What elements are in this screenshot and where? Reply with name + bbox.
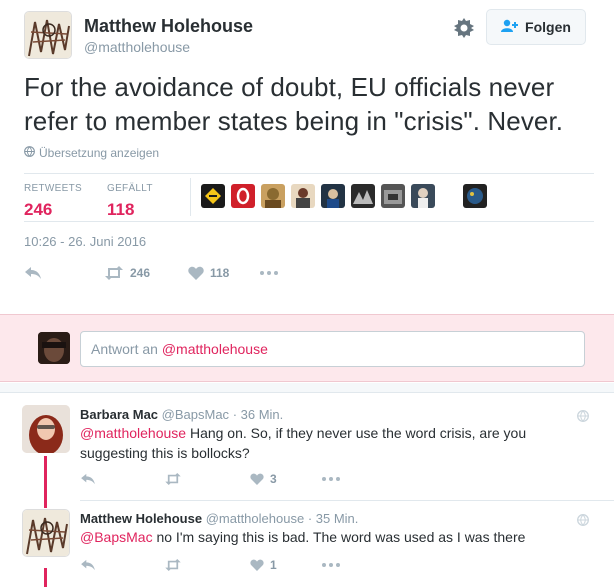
likes-stat[interactable]: GEFÄLLT 118: [107, 178, 153, 220]
author-name[interactable]: Matthew Holehouse: [84, 16, 253, 37]
retweet-count: 246: [130, 266, 151, 280]
retweet-button[interactable]: 246: [104, 266, 188, 280]
follow-label: Folgen: [525, 19, 571, 35]
reply-actions: 1: [80, 558, 340, 572]
reply-author-handle[interactable]: @BapsMac: [162, 407, 229, 422]
reply-header: Barbara Mac @BapsMac · 36 Min.: [80, 407, 283, 422]
translate-link[interactable]: Übersetzung anzeigen: [24, 146, 159, 160]
heart-icon: [250, 473, 264, 485]
like-count: 3: [270, 472, 277, 486]
retweet-icon: [164, 559, 182, 571]
stats-bottom-divider: [24, 221, 594, 222]
liker-avatar[interactable]: [321, 184, 345, 208]
reply-placeholder-mention: @mattholehouse: [161, 341, 268, 357]
liker-avatar[interactable]: [351, 184, 375, 208]
liker-avatar[interactable]: [411, 184, 435, 208]
reply-time[interactable]: · 36 Min.: [233, 407, 284, 422]
reply-author-handle[interactable]: @mattholehouse: [206, 511, 304, 526]
reply-icon: [80, 559, 96, 571]
author-handle[interactable]: @mattholehouse: [84, 39, 190, 55]
current-user-avatar: [38, 332, 70, 364]
reply-header: Matthew Holehouse @mattholehouse · 35 Mi…: [80, 511, 358, 526]
liker-avatars: [201, 184, 493, 208]
liker-avatar[interactable]: [381, 184, 405, 208]
more-icon: [322, 477, 340, 481]
reply-time[interactable]: · 35 Min.: [308, 511, 359, 526]
stats-vertical-divider: [190, 178, 191, 216]
follow-button[interactable]: Folgen: [486, 9, 586, 45]
author-avatar[interactable]: [24, 11, 72, 59]
like-button[interactable]: 1: [250, 558, 322, 572]
section-separator: [0, 383, 614, 393]
retweet-icon: [104, 266, 124, 280]
reply-icon: [24, 266, 42, 280]
more-icon: [322, 563, 340, 567]
reply-divider: [80, 500, 614, 501]
heart-icon: [188, 266, 204, 280]
reply-icon: [80, 473, 96, 485]
reply-mention[interactable]: @BapsMac: [80, 529, 153, 545]
reply-text: @BapsMac no I'm saying this is bad. The …: [80, 527, 590, 547]
like-button[interactable]: 3: [250, 472, 322, 486]
retweets-stat[interactable]: RETWEETS 246: [24, 178, 82, 220]
reply-avatar[interactable]: [22, 405, 70, 453]
retweet-icon: [164, 473, 182, 485]
thread-connector: [44, 456, 47, 508]
like-count: 1: [270, 558, 277, 572]
reply-composer: Antwort an @mattholehouse: [0, 314, 614, 382]
liker-avatar[interactable]: [231, 184, 255, 208]
reply-placeholder-prefix: Antwort an: [91, 341, 162, 357]
tweet-timestamp[interactable]: 10:26 - 26. Juni 2016: [24, 234, 146, 249]
retweets-label: RETWEETS: [24, 183, 82, 194]
liker-avatar[interactable]: [261, 184, 285, 208]
tweet-actions: 246 118: [24, 262, 278, 284]
reply-avatar[interactable]: [22, 509, 70, 557]
liker-avatar[interactable]: [291, 184, 315, 208]
liker-avatar[interactable]: [201, 184, 225, 208]
more-button[interactable]: [322, 477, 340, 481]
thread-connector: [44, 568, 47, 587]
reply-input[interactable]: Antwort an @mattholehouse: [80, 331, 585, 367]
like-button[interactable]: 118: [188, 266, 260, 280]
likes-count: 118: [107, 200, 135, 219]
tweet-text: For the avoidance of doubt, EU officials…: [24, 72, 564, 136]
retweets-count: 246: [24, 200, 53, 219]
globe-icon: [24, 146, 35, 160]
globe-icon[interactable]: [577, 409, 589, 422]
reply-actions: 3: [80, 472, 340, 486]
reply-button[interactable]: [80, 559, 164, 571]
reply-author-name[interactable]: Barbara Mac: [80, 407, 158, 422]
stats-top-divider: [24, 173, 594, 174]
more-icon: [260, 271, 278, 275]
more-button[interactable]: [260, 271, 278, 275]
reply-button[interactable]: [24, 266, 104, 280]
add-user-icon: [501, 19, 519, 36]
more-button[interactable]: [322, 563, 340, 567]
heart-icon: [250, 559, 264, 571]
translate-label: Übersetzung anzeigen: [39, 146, 160, 160]
retweet-button[interactable]: [164, 559, 250, 571]
reply-author-name[interactable]: Matthew Holehouse: [80, 511, 202, 526]
gear-icon[interactable]: [452, 16, 476, 40]
likes-label: GEFÄLLT: [107, 183, 153, 194]
reply-mention[interactable]: @mattholehouse: [80, 425, 186, 441]
reply-text: @mattholehouse Hang on. So, if they neve…: [80, 423, 590, 463]
reply-button[interactable]: [80, 473, 164, 485]
liker-avatar[interactable]: [463, 184, 487, 208]
retweet-button[interactable]: [164, 473, 250, 485]
globe-icon[interactable]: [577, 513, 589, 526]
reply-body: no I'm saying this is bad. The word was …: [152, 529, 526, 545]
like-count: 118: [210, 266, 230, 280]
